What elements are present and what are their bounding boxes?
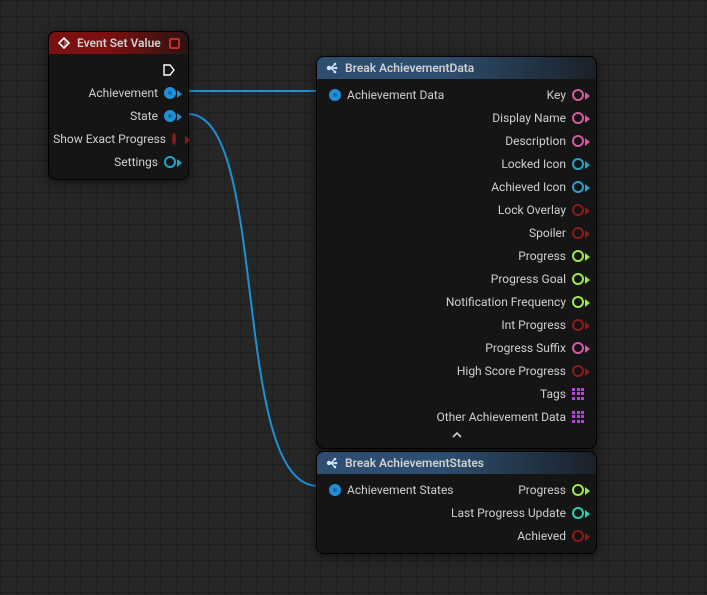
node-title: Event Set Value xyxy=(77,36,161,50)
pin-last-progress-update[interactable] xyxy=(572,507,584,519)
node-event-set-value[interactable]: Event Set Value Achievement State Show E… xyxy=(48,31,189,180)
exec-out-pin[interactable] xyxy=(162,63,176,77)
pin-spoiler[interactable] xyxy=(572,227,584,239)
pin-high-score-progress[interactable] xyxy=(572,365,584,377)
pin-tags[interactable] xyxy=(572,388,584,400)
pin-label-key: Key xyxy=(547,88,566,102)
pin-label-display-name: Display Name xyxy=(492,111,566,125)
pin-label-notification-frequency: Notification Frequency xyxy=(446,295,566,309)
event-icon xyxy=(57,36,71,50)
pin-label-progress-goal: Progress Goal xyxy=(491,272,566,286)
pin-other-data[interactable] xyxy=(572,411,584,423)
pin-lock-overlay[interactable] xyxy=(572,204,584,216)
pin-label-state: State xyxy=(130,109,158,123)
pin-label-achieved-icon: Achieved Icon xyxy=(491,180,566,194)
pin-label-tags: Tags xyxy=(540,387,566,401)
delegate-pin[interactable] xyxy=(169,38,180,49)
pin-label-settings: Settings xyxy=(114,155,158,169)
pin-progress-suffix[interactable] xyxy=(572,342,584,354)
pin-label-spoiler: Spoiler xyxy=(529,226,566,240)
pin-achievement[interactable] xyxy=(164,87,176,99)
pin-label-achievement-data: Achievement Data xyxy=(347,88,444,102)
pin-in-achievement-data[interactable] xyxy=(329,89,341,101)
pin-progress[interactable] xyxy=(572,250,584,262)
pin-description[interactable] xyxy=(572,135,584,147)
node-title: Break AchievementData xyxy=(345,61,474,75)
node-break-achievement-states[interactable]: Break AchievementStates Achievement Stat… xyxy=(316,451,597,554)
pin-label-achieved: Achieved xyxy=(517,529,566,543)
pin-label-last-progress-update: Last Progress Update xyxy=(451,506,566,520)
pin-locked-icon[interactable] xyxy=(572,158,584,170)
pin-display-name[interactable] xyxy=(572,112,584,124)
pin-label-description: Description xyxy=(505,134,566,148)
pin-label-achievement: Achievement xyxy=(89,86,158,100)
pin-progress[interactable] xyxy=(572,484,584,496)
pin-progress-goal[interactable] xyxy=(572,273,584,285)
pin-label-achievement-states: Achievement States xyxy=(347,483,454,497)
pin-label-other-data: Other Achievement Data xyxy=(437,410,567,424)
pin-label-progress: Progress xyxy=(518,249,566,263)
pin-int-progress[interactable] xyxy=(572,319,584,331)
pin-label-locked-icon: Locked Icon xyxy=(501,157,566,171)
pin-label-high-score-progress: High Score Progress xyxy=(457,364,566,378)
collapse-toggle[interactable] xyxy=(323,428,590,442)
node-header[interactable]: Event Set Value xyxy=(49,32,188,54)
pin-label-progress-suffix: Progress Suffix xyxy=(485,341,566,355)
node-header[interactable]: Break AchievementData xyxy=(317,57,596,79)
pin-show-exact-progress[interactable] xyxy=(172,133,176,145)
pin-label-int-progress: Int Progress xyxy=(501,318,566,332)
node-break-achievement-data[interactable]: Break AchievementData Achievement Data K… xyxy=(316,56,597,449)
pin-label-lock-overlay: Lock Overlay xyxy=(498,203,566,217)
pin-achieved[interactable] xyxy=(572,530,584,542)
pin-in-achievement-states[interactable] xyxy=(329,484,341,496)
break-struct-icon xyxy=(325,456,339,470)
node-title: Break AchievementStates xyxy=(345,456,484,470)
break-struct-icon xyxy=(325,61,339,75)
pin-key[interactable] xyxy=(572,89,584,101)
pin-state[interactable] xyxy=(164,110,176,122)
pin-label-progress: Progress xyxy=(518,483,566,497)
pin-label-show-exact-progress: Show Exact Progress xyxy=(53,132,166,146)
node-header[interactable]: Break AchievementStates xyxy=(317,452,596,474)
pin-notification-frequency[interactable] xyxy=(572,296,584,308)
pin-achieved-icon[interactable] xyxy=(572,181,584,193)
pin-settings[interactable] xyxy=(164,156,176,168)
